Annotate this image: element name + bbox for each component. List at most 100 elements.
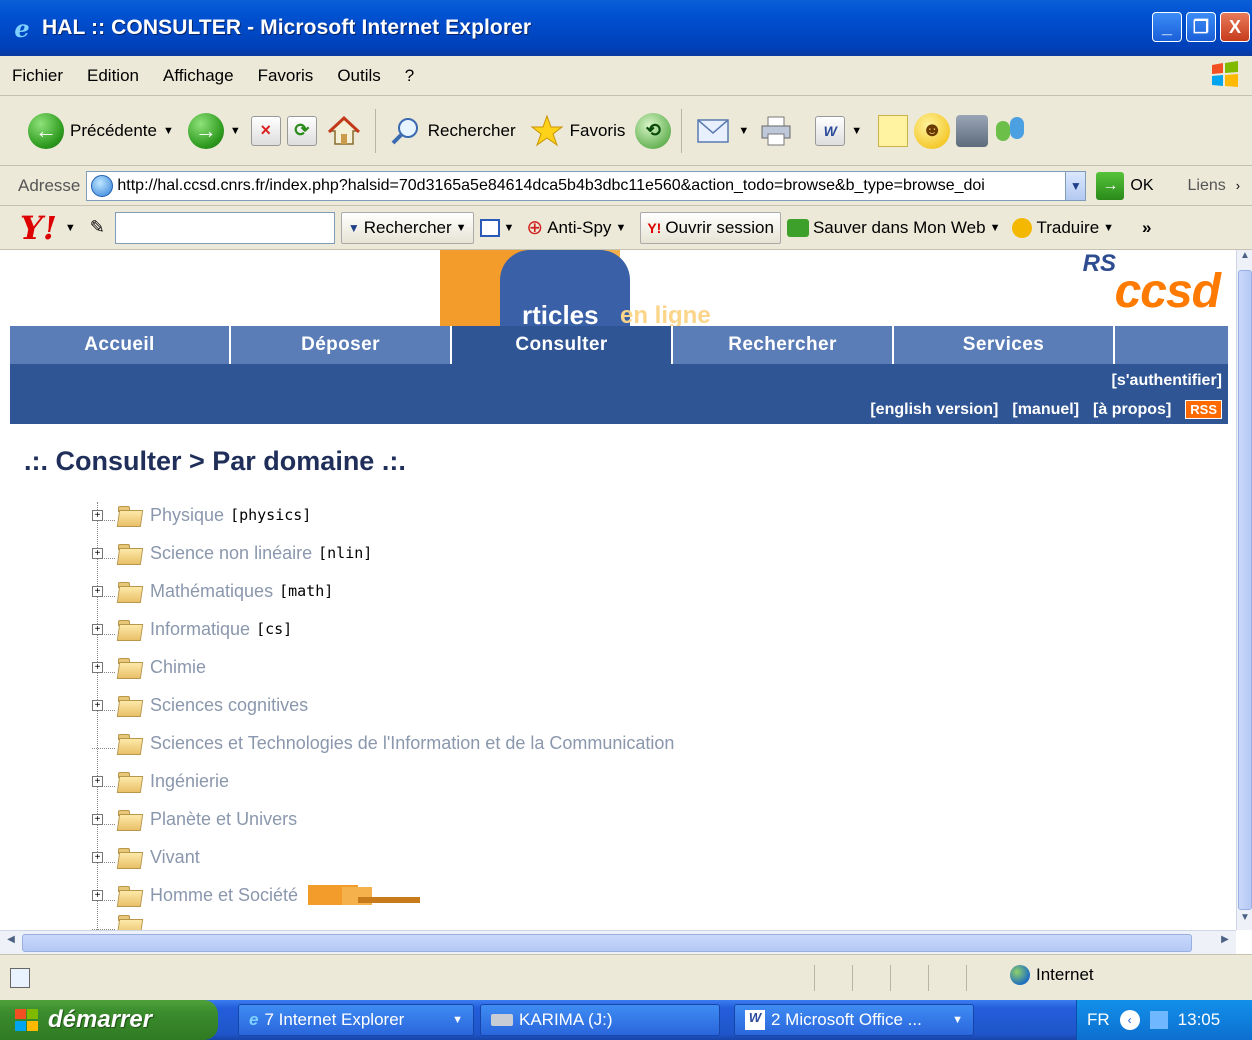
tree-item-label[interactable]: Sciences et Technologies de l'Informatio… [150,733,674,754]
tree-item[interactable]: + Physique [physics] [92,496,674,534]
tree-item-label[interactable]: Science non linéaire [150,543,312,564]
yahoo-logo-icon[interactable]: Y! [20,209,57,247]
network-icon[interactable] [1149,1011,1168,1029]
scroll-left-icon[interactable]: ◀ [2,934,20,952]
tree-item-label[interactable]: Planète et Univers [150,809,297,830]
expand-icon[interactable]: + [92,889,103,901]
expand-icon[interactable]: + [92,775,103,787]
address-field[interactable]: http://hal.ccsd.cnrs.fr/index.php?halsid… [86,170,1087,201]
scroll-down-icon[interactable]: ▼ [1237,912,1252,930]
expand-icon[interactable]: + [92,623,103,635]
nav-accueil[interactable]: Accueil [10,326,231,364]
hal-logo[interactable]: rticles en ligne [440,250,790,330]
expand-icon[interactable]: + [92,813,103,825]
refresh-icon[interactable]: ⟳ [286,115,317,146]
messenger-smiley-icon[interactable]: ☻ [914,112,951,149]
tree-item[interactable]: + Chimie [92,648,674,686]
scroll-right-icon[interactable]: ▶ [1216,934,1234,952]
favorites-button[interactable]: Favoris [526,105,630,157]
menu-fichier[interactable]: Fichier [0,66,75,86]
expand-icon[interactable]: + [92,585,103,597]
search-button[interactable]: Rechercher [386,105,520,157]
chevron-down-icon[interactable]: ▼ [1065,171,1086,200]
chevron-right-icon[interactable]: › [1236,178,1240,193]
address-url[interactable]: http://hal.ccsd.cnrs.fr/index.php?halsid… [117,177,1065,195]
english-version-link[interactable]: [english version] [870,401,998,419]
expand-icon[interactable]: + [92,661,103,673]
close-button[interactable]: X [1220,12,1250,42]
chevron-down-icon[interactable]: ▼ [65,222,76,234]
tree-item[interactable]: + Informatique [cs] [92,610,674,648]
anti-spy-button[interactable]: ⊕ Anti-Spy ▼ [520,212,632,244]
tree-item-label[interactable]: Informatique [150,619,250,640]
tree-item-partial[interactable] [92,914,674,930]
scroll-thumb[interactable] [1238,270,1252,910]
edit-button[interactable]: W ▼ [811,105,866,157]
restore-button[interactable]: ❐ [1186,12,1216,42]
nav-rechercher[interactable]: Rechercher [673,326,894,364]
tree-item-label[interactable]: Sciences cognitives [150,695,308,716]
tree-item[interactable]: + Mathématiques [math] [92,572,674,610]
history-icon[interactable]: ⟲ [635,112,672,149]
nav-consulter[interactable]: Consulter [452,326,673,364]
menu-edition[interactable]: Edition [75,66,151,86]
note-icon[interactable] [878,114,909,147]
links-toolbar[interactable]: Liens [1188,177,1226,195]
yahoo-search-input[interactable] [114,211,335,244]
auth-link[interactable]: [s'authentifier] [1112,372,1222,389]
save-myweb-button[interactable]: Sauver dans Mon Web ▼ [781,212,1007,244]
mail-button[interactable]: ▼ [692,105,753,157]
messenger-buddies-icon[interactable] [994,115,1030,147]
tree-item-label[interactable]: Homme et Société [150,885,298,906]
nav-services[interactable]: Services [894,326,1115,364]
tree-item[interactable]: + Vivant [92,838,674,876]
tree-item[interactable]: + Planète et Univers [92,800,674,838]
ccsd-logo[interactable]: ccsd [1115,264,1221,319]
tree-item-label[interactable]: Physique [150,505,224,526]
open-session-button[interactable]: Y! Ouvrir session [640,211,781,244]
manual-link[interactable]: [manuel] [1012,401,1079,419]
yahoo-search-button[interactable]: ▼ Rechercher ▼ [340,211,474,244]
tree-item-label[interactable]: Mathématiques [150,581,273,602]
research-icon[interactable] [956,114,989,147]
about-link[interactable]: [à propos] [1093,401,1171,419]
expand-icon[interactable]: + [92,851,103,863]
chevron-right-icon[interactable]: » [1142,218,1151,238]
translate-button[interactable]: Traduire ▼ [1006,212,1120,244]
tree-item-label[interactable]: Ingénierie [150,771,229,792]
security-zone[interactable]: Internet [1010,965,1094,985]
chevron-left-icon[interactable]: ‹ [1119,1010,1140,1030]
pencil-icon[interactable]: ✎ [90,217,105,238]
minimize-button[interactable]: _ [1152,12,1182,42]
tree-item[interactable]: + Ingénierie [92,762,674,800]
taskbar-item-karima[interactable]: KARIMA (J:) [480,1004,720,1036]
taskbar-item-internet-explorer[interactable]: e 7 Internet Explorer ▼ [238,1004,474,1036]
menu-outils[interactable]: Outils [325,66,392,86]
tree-item[interactable]: + Sciences cognitives [92,686,674,724]
expand-icon[interactable]: + [92,509,103,521]
cnrs-logo[interactable]: RS [1083,250,1116,278]
tree-item[interactable]: Sciences et Technologies de l'Informatio… [92,724,674,762]
start-button[interactable]: démarrer [0,1000,218,1040]
expand-icon[interactable]: + [92,547,103,559]
go-button[interactable]: → OK [1096,171,1154,200]
tree-item-label[interactable]: Vivant [150,847,200,868]
home-button[interactable] [323,105,365,157]
popup-blocker-button[interactable]: ▼ [474,212,521,244]
tree-item[interactable]: + Science non linéaire [nlin] [92,534,674,572]
nav-deposer[interactable]: Déposer [231,326,452,364]
tree-item[interactable]: + Homme et Société [92,876,674,914]
expand-icon[interactable]: + [92,699,103,711]
hal-shs-logo[interactable] [308,885,421,905]
print-icon[interactable] [759,114,793,148]
taskbar-item-office[interactable]: W 2 Microsoft Office ... ▼ [734,1004,974,1036]
scroll-thumb[interactable] [22,934,1192,952]
scroll-up-icon[interactable]: ▲ [1237,250,1252,268]
menu-favoris[interactable]: Favoris [246,66,326,86]
menu-affichage[interactable]: Affichage [151,66,246,86]
language-indicator[interactable]: FR [1087,1010,1110,1030]
forward-button[interactable]: → ▼ [184,105,245,157]
back-button[interactable]: ← Précédente ▼ [24,105,178,157]
horizontal-scrollbar[interactable]: ◀ ▶ [0,930,1236,954]
stop-icon[interactable]: × [250,115,281,146]
